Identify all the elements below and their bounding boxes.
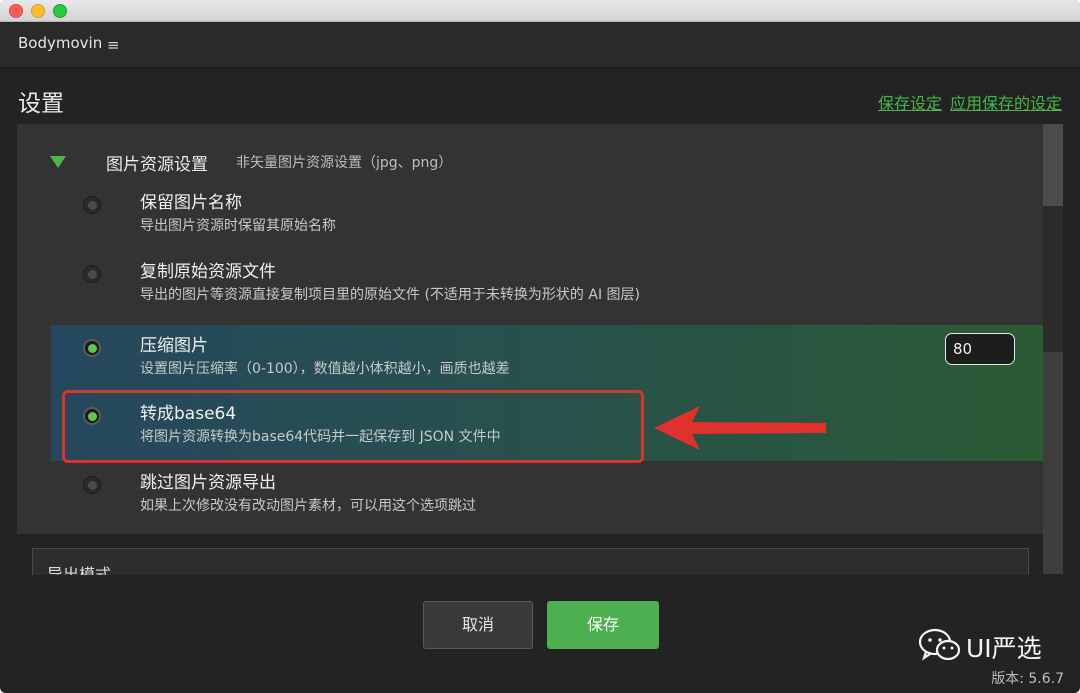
option-description: 设置图片压缩率（0-100），数值越小体积越小，画质也越差	[140, 361, 510, 377]
export-mode-section[interactable]: 导出模式	[32, 548, 1029, 578]
image-settings-panel: 图片资源设置 非矢量图片资源设置（jpg、png） 保留图片名称 导出图片资源时…	[17, 124, 1043, 534]
option-title: 跳过图片资源导出	[140, 473, 276, 493]
option-skip-image-export[interactable]: 跳过图片资源导出 如果上次修改没有改动图片素材，可以用这个选项跳过	[51, 462, 1043, 530]
red-arrow-annotation-icon	[654, 406, 826, 450]
apply-saved-settings-link[interactable]: 应用保存的设定	[950, 94, 1062, 113]
option-title: 压缩图片	[140, 336, 208, 356]
cancel-button[interactable]: 取消	[423, 601, 533, 649]
app-bar: Bodymovin ≡	[0, 22, 1080, 68]
option-description: 导出图片资源时保留其原始名称	[140, 218, 336, 234]
scrollbar[interactable]	[1043, 124, 1063, 574]
radio-button[interactable]	[83, 476, 101, 494]
save-button[interactable]: 保存	[547, 601, 659, 649]
option-description: 如果上次修改没有改动图片素材，可以用这个选项跳过	[140, 498, 476, 514]
wechat-icon	[918, 628, 961, 661]
page-title: 设置	[18, 91, 64, 117]
option-title: 保留图片名称	[140, 193, 242, 213]
minimize-window-button[interactable]	[31, 4, 45, 18]
option-copy-original-assets[interactable]: 复制原始资源文件 导出的图片等资源直接复制项目里的原始文件 (不适用于未转换为形…	[51, 251, 1043, 319]
scrollbar-thumb[interactable]	[1043, 124, 1063, 206]
highlight-annotation-box	[62, 390, 644, 463]
watermark-text: UI严选	[966, 634, 1042, 663]
radio-button-selected[interactable]	[83, 339, 101, 357]
app-title: Bodymovin	[18, 34, 103, 52]
section-subtitle: 非矢量图片资源设置（jpg、png）	[236, 155, 453, 171]
scrollbar-track-lower	[1043, 352, 1063, 574]
option-description: 导出的图片等资源直接复制项目里的原始文件 (不适用于未转换为形状的 AI 图层)	[140, 287, 640, 303]
save-settings-link[interactable]: 保存设定	[878, 94, 942, 113]
option-title: 复制原始资源文件	[140, 262, 276, 282]
option-keep-image-names[interactable]: 保留图片名称 导出图片资源时保留其原始名称	[51, 182, 1043, 250]
close-window-button[interactable]	[9, 4, 23, 18]
version-label: 版本: 5.6.7	[991, 671, 1064, 687]
hamburger-menu-icon[interactable]: ≡	[107, 36, 120, 54]
section-title: 图片资源设置	[106, 155, 208, 175]
compression-rate-input[interactable]: 80	[945, 333, 1015, 365]
radio-button[interactable]	[83, 196, 101, 214]
header-links: 保存设定 应用保存的设定	[878, 90, 1062, 114]
radio-button[interactable]	[83, 265, 101, 283]
zoom-window-button[interactable]	[53, 4, 67, 18]
option-compress-images[interactable]: 压缩图片 设置图片压缩率（0-100），数值越小体积越小，画质也越差 80	[51, 325, 1043, 393]
app-window: Bodymovin ≡ 设置 保存设定 应用保存的设定 图片资源设置 非矢量图片资…	[0, 0, 1080, 693]
collapse-triangle-icon[interactable]	[50, 156, 66, 168]
window-titlebar	[0, 0, 1080, 22]
